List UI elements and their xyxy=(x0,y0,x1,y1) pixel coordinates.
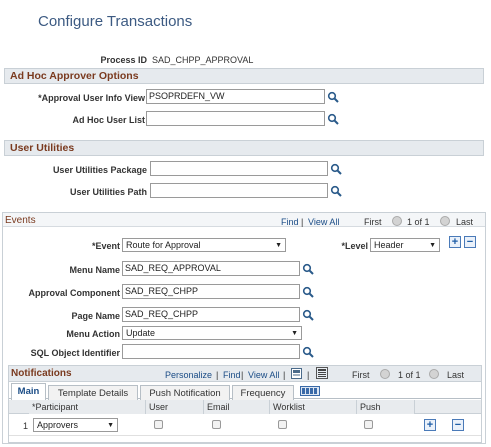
menu-action-select[interactable]: Update ▼ xyxy=(122,326,302,340)
event-label: *Event xyxy=(91,241,120,251)
events-find-link[interactable]: Find xyxy=(281,217,299,227)
tab-template-details[interactable]: Template Details xyxy=(48,385,138,400)
menu-action-label: Menu Action xyxy=(66,329,120,339)
process-id-label: Process ID xyxy=(100,55,147,65)
delete-row-button[interactable]: − xyxy=(464,236,476,248)
menu-name-input[interactable]: SAD_REQ_APPROVAL xyxy=(122,261,300,276)
notifications-view-all-link[interactable]: View All xyxy=(248,370,279,380)
user-checkbox[interactable] xyxy=(154,420,163,429)
column-participant: *Participant xyxy=(29,400,146,414)
menu-action-select-value: Update xyxy=(126,328,156,338)
approval-user-info-view-input[interactable]: PSOPRDEFN_VW xyxy=(146,89,325,104)
lookup-icon[interactable] xyxy=(330,163,342,175)
process-id-value: SAD_CHPP_APPROVAL xyxy=(152,55,254,65)
delete-row-button[interactable]: − xyxy=(452,419,464,431)
level-select-value: Header xyxy=(374,240,404,250)
adhoc-user-list-label: Ad Hoc User List xyxy=(72,115,145,125)
notifications-first-label: First xyxy=(352,370,370,380)
worklist-checkbox[interactable] xyxy=(278,420,287,429)
lookup-icon[interactable] xyxy=(327,113,339,125)
user-utilities-package-input[interactable] xyxy=(150,161,328,176)
lookup-icon[interactable] xyxy=(302,286,314,298)
participant-select[interactable]: Approvers ▼ xyxy=(33,418,118,432)
row-number: 1 xyxy=(23,421,29,431)
approval-component-input[interactable]: SAD_REQ_CHPP xyxy=(122,284,300,299)
page-title: Configure Transactions xyxy=(38,13,193,30)
zoom-grid-icon[interactable] xyxy=(291,368,302,379)
previous-icon[interactable] xyxy=(392,216,402,226)
approval-component-label: Approval Component xyxy=(28,288,121,298)
sql-object-identifier-input[interactable] xyxy=(122,344,300,359)
events-header: Events xyxy=(5,215,36,226)
lookup-icon[interactable] xyxy=(302,263,314,275)
chevron-down-icon: ▼ xyxy=(275,241,282,249)
lookup-icon[interactable] xyxy=(327,91,339,103)
notifications-header: Notifications xyxy=(11,368,72,379)
events-view-all-link[interactable]: View All xyxy=(308,217,339,227)
chevron-down-icon: ▼ xyxy=(107,421,114,429)
email-checkbox[interactable] xyxy=(212,420,221,429)
user-utilities-package-label: User Utilities Package xyxy=(52,165,147,175)
push-checkbox[interactable] xyxy=(364,420,373,429)
level-label: *Level xyxy=(341,241,368,251)
sql-object-identifier-label: SQL Object Identifier xyxy=(30,348,120,358)
download-excel-icon[interactable] xyxy=(316,367,328,379)
adhoc-section-header: Ad Hoc Approver Options xyxy=(4,68,484,84)
column-worklist: Worklist xyxy=(270,400,357,414)
event-select[interactable]: Route for Approval ▼ xyxy=(122,238,286,252)
notifications-last-label: Last xyxy=(447,370,465,380)
lookup-icon[interactable] xyxy=(330,185,342,197)
menu-name-label: Menu Name xyxy=(69,265,120,275)
next-icon[interactable] xyxy=(429,369,439,379)
tab-frequency[interactable]: Frequency xyxy=(232,385,294,400)
personalize-link[interactable]: Personalize xyxy=(165,370,212,380)
lookup-icon[interactable] xyxy=(302,309,314,321)
notifications-find-link[interactable]: Find xyxy=(223,370,241,380)
column-email: Email xyxy=(204,400,270,414)
user-utilities-section-header: User Utilities xyxy=(4,140,484,156)
user-utilities-path-input[interactable] xyxy=(150,183,328,198)
level-select[interactable]: Header ▼ xyxy=(370,238,440,252)
adhoc-user-list-input[interactable] xyxy=(146,111,325,126)
events-pager: 1 of 1 xyxy=(407,217,430,227)
participant-select-value: Approvers xyxy=(37,420,79,430)
page-name-input[interactable]: SAD_REQ_CHPP xyxy=(122,307,300,322)
page-name-label: Page Name xyxy=(71,311,120,321)
events-first-label: First xyxy=(364,217,382,227)
lookup-icon[interactable] xyxy=(302,346,314,358)
notifications-pager: 1 of 1 xyxy=(398,370,421,380)
events-last-label: Last xyxy=(456,217,474,227)
chevron-down-icon: ▼ xyxy=(429,241,436,249)
event-select-value: Route for Approval xyxy=(126,240,201,250)
next-icon[interactable] xyxy=(440,216,450,226)
user-utilities-path-label: User Utilities Path xyxy=(69,187,147,197)
tab-push-notification[interactable]: Push Notification xyxy=(140,385,230,400)
column-push: Push xyxy=(357,400,415,414)
column-user: User xyxy=(146,400,204,414)
add-row-button[interactable]: + xyxy=(424,419,436,431)
add-row-button[interactable]: + xyxy=(449,236,461,248)
show-all-columns-icon[interactable] xyxy=(300,386,320,396)
approval-user-info-view-label: *Approval User Info View xyxy=(38,93,145,103)
chevron-down-icon: ▼ xyxy=(291,329,298,337)
tab-main[interactable]: Main xyxy=(11,383,46,400)
previous-icon[interactable] xyxy=(380,369,390,379)
